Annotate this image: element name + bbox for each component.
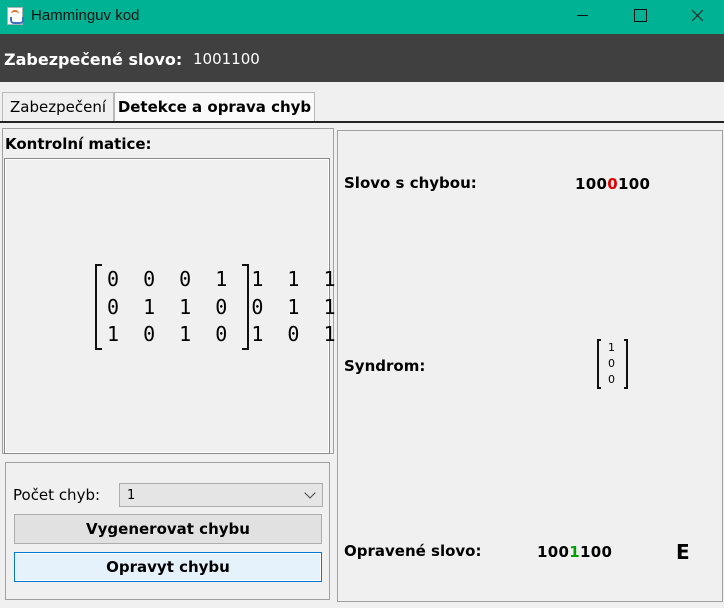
parity-check-matrix: 0 0 0 1 1 1 1 0 1 1 0 0 1 1 1 0 1 0 1 0 …	[95, 264, 336, 350]
fixed-word-suffix: 100	[579, 543, 613, 561]
tab-divider	[0, 121, 724, 123]
matrix-row: 1 0 1 0 1 0 1	[107, 322, 342, 346]
close-icon[interactable]	[675, 0, 721, 30]
fixed-word-prefix: 100	[537, 543, 570, 561]
syndrome-right-bracket	[624, 339, 628, 389]
error-count-label: Počet chyb:	[13, 486, 101, 504]
error-word: 1000100	[575, 175, 650, 193]
maximize-icon[interactable]	[617, 0, 663, 30]
java-cup-icon	[7, 7, 24, 25]
error-count-select[interactable]: 1	[119, 483, 323, 507]
syndrome-label: Syndrom:	[344, 357, 426, 375]
error-word-prefix: 100	[575, 175, 608, 193]
error-marker: E	[676, 540, 690, 564]
secured-word-header: Zabezpečené slovo: 1001100	[0, 34, 724, 82]
fixed-word-label: Opravené slovo:	[344, 542, 482, 560]
fix-error-button[interactable]: Opravyt chybu	[14, 552, 322, 582]
minimize-icon[interactable]	[560, 0, 606, 30]
error-word-label: Slovo s chybou:	[344, 174, 477, 192]
syndrome-left-bracket	[597, 339, 601, 389]
error-bit: 0	[607, 175, 618, 193]
generate-error-button[interactable]: Vygenerovat chybu	[14, 514, 322, 544]
error-count-value: 1	[127, 488, 136, 503]
matrix-row: 0 1 1 0 0 1 1	[107, 295, 342, 319]
syndrome-cell: 0	[608, 357, 615, 370]
tab-detekce-a-oprava[interactable]: Detekce a oprava chyb	[114, 92, 315, 121]
matrix-left-bracket	[95, 264, 102, 350]
syndrome-cell: 0	[608, 373, 615, 386]
matrix-right-bracket	[242, 264, 249, 350]
matrix-row: 0 0 0 1 1 1 1	[107, 267, 342, 291]
tab-zabezpeceni[interactable]: Zabezpečení	[2, 92, 114, 121]
fixed-word: 1001100	[537, 543, 612, 561]
chevron-down-icon	[304, 487, 316, 499]
window-title: Hamminguv kod	[31, 7, 140, 24]
secured-word-value: 1001100	[193, 50, 260, 68]
fixed-bit: 1	[569, 543, 580, 561]
secured-word-label: Zabezpečené slovo:	[4, 50, 183, 69]
error-word-suffix: 100	[617, 175, 651, 193]
syndrome-cell: 1	[608, 341, 615, 354]
title-bar: Hamminguv kod	[0, 0, 724, 34]
matrix-title: Kontrolní matice:	[5, 135, 152, 153]
syndrome-vector: 1 0 0	[597, 339, 628, 389]
